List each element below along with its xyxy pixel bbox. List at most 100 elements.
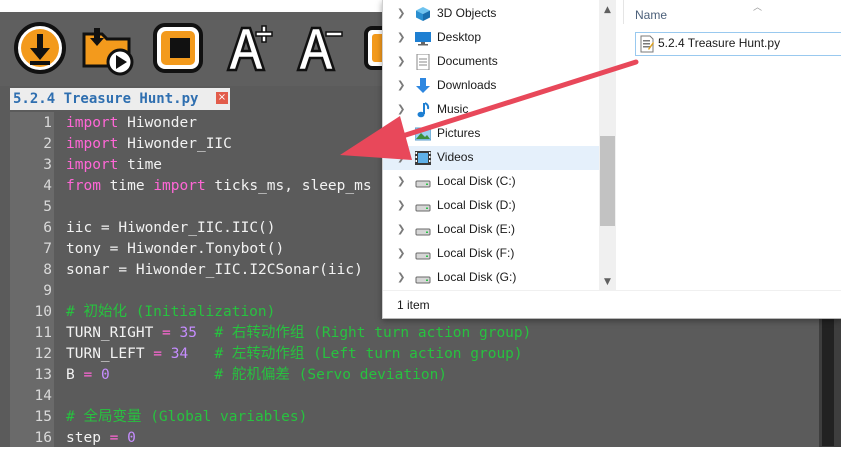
line-number: 6 <box>43 220 52 236</box>
nav-item-pictures[interactable]: ❯ Pictures <box>383 122 599 146</box>
code-line: iic = Hiwonder_IIC.IIC() <box>66 220 276 236</box>
chevron-right-icon[interactable]: ❯ <box>397 104 405 115</box>
status-bar: 1 item <box>383 290 841 319</box>
line-number: 10 <box>34 304 52 320</box>
font-decrease-button[interactable] <box>292 20 348 76</box>
item-count: 1 item <box>397 298 430 312</box>
chevron-right-icon[interactable]: ❯ <box>397 80 405 91</box>
nav-item-local-disk-g[interactable]: ❯ Local Disk (G:) <box>383 266 599 290</box>
line-number-gutter: 1 2 3 4 5 6 7 8 9 10 11 12 13 14 15 16 <box>10 112 54 447</box>
window-top-strip <box>0 0 382 12</box>
file-item[interactable]: 5.2.4 Treasure Hunt.py <box>635 32 841 56</box>
font-increase-button[interactable] <box>222 20 278 76</box>
nav-item-documents[interactable]: ❯ Documents <box>383 50 599 74</box>
chevron-right-icon[interactable]: ❯ <box>397 248 405 259</box>
nav-item-label: 3D Objects <box>437 6 497 20</box>
chevron-right-icon[interactable]: ❯ <box>397 32 405 43</box>
number-literal: 34 <box>170 346 189 362</box>
number-literal: 0 <box>100 367 110 383</box>
nav-item-videos[interactable]: ❯ Videos <box>383 146 599 170</box>
line-number: 13 <box>34 367 52 383</box>
chevron-right-icon[interactable]: ❯ <box>397 200 405 211</box>
more-button[interactable] <box>362 20 382 76</box>
code-comment: # 初始化 (Initialization) <box>66 304 276 320</box>
operator: = <box>153 325 180 341</box>
chevron-right-icon[interactable]: ❯ <box>397 224 405 235</box>
download-icon <box>14 22 66 74</box>
operator: = <box>144 346 171 362</box>
code-line: from time import ticks_ms, sleep_ms <box>66 176 372 197</box>
chevron-right-icon[interactable]: ❯ <box>397 128 405 139</box>
code-line: TURN_RIGHT = 35 # 右转动作组 (Right turn acti… <box>66 323 531 344</box>
name-column-header[interactable]: Name <box>635 8 667 22</box>
code-text: time <box>100 178 154 194</box>
drive-icon <box>415 228 431 236</box>
drive-icon <box>415 180 431 188</box>
nav-item-label: Downloads <box>437 78 497 92</box>
nav-item-label: Music <box>437 102 469 116</box>
line-number: 7 <box>43 241 52 257</box>
code-text: TURN_LEFT <box>66 346 145 362</box>
line-number: 14 <box>34 388 52 404</box>
navigation-scrollbar[interactable]: ▲ ▼ <box>599 0 616 290</box>
code-line: step = 0 <box>66 428 136 449</box>
line-number: 12 <box>34 346 52 362</box>
nav-item-local-disk-e[interactable]: ❯ Local Disk (E:) <box>383 218 599 242</box>
font-increase-icon <box>226 25 273 72</box>
code-line: sonar = Hiwonder_IIC.I2CSonar(iic) <box>66 262 363 278</box>
editor-tab[interactable]: 5.2.4 Treasure Hunt.py × <box>10 88 230 110</box>
scroll-up-icon[interactable]: ▲ <box>599 2 616 18</box>
nav-item-local-disk-c[interactable]: ❯ Local Disk (C:) <box>383 170 599 194</box>
nav-item-3d-objects[interactable]: ❯ 3D Objects <box>383 2 599 26</box>
navigation-pane: ❯ 3D Objects ❯ Desktop ❯ Documents ❯ Dow… <box>383 0 599 290</box>
line-number: 3 <box>43 157 52 173</box>
keyword: from <box>66 178 101 194</box>
line-number: 1 <box>43 115 52 131</box>
nav-item-label: Documents <box>437 54 498 68</box>
chevron-right-icon[interactable]: ❯ <box>397 8 405 19</box>
stop-button[interactable] <box>150 20 206 76</box>
run-button[interactable] <box>80 20 136 76</box>
code-comment: # 右转动作组 (Right turn action group) <box>196 325 532 341</box>
line-number: 11 <box>34 325 52 341</box>
line-number: 2 <box>43 136 52 152</box>
column-divider <box>623 0 624 24</box>
line-number: 4 <box>43 178 52 194</box>
nav-item-music[interactable]: ❯ Music <box>383 98 599 122</box>
python-file-icon <box>640 35 654 53</box>
music-icon <box>417 102 430 118</box>
code-line: import Hiwonder_IIC <box>66 134 232 155</box>
number-literal: 35 <box>179 325 197 341</box>
line-number: 16 <box>34 430 52 446</box>
keyword: import <box>153 178 206 194</box>
navigation-scrollbar-thumb[interactable] <box>600 136 615 226</box>
nav-item-downloads[interactable]: ❯ Downloads <box>383 74 599 98</box>
drive-icon <box>415 204 431 212</box>
nav-item-label: Local Disk (E:) <box>437 222 516 236</box>
number-literal: 0 <box>127 430 136 446</box>
code-text: step <box>66 430 101 446</box>
desktop-icon <box>415 32 431 46</box>
partial-icon <box>364 26 382 70</box>
nav-item-local-disk-d[interactable]: ❯ Local Disk (D:) <box>383 194 599 218</box>
code-line: B = 0 # 舵机偏差 (Servo deviation) <box>66 365 447 386</box>
file-name: 5.2.4 Treasure Hunt.py <box>658 36 781 50</box>
code-text: ticks_ms, sleep_ms <box>205 178 372 194</box>
chevron-right-icon[interactable]: ❯ <box>397 272 405 283</box>
nav-item-local-disk-f[interactable]: ❯ Local Disk (F:) <box>383 242 599 266</box>
line-number: 9 <box>43 283 52 299</box>
code-line: import time <box>66 155 162 176</box>
code-text: Hiwonder <box>118 115 197 131</box>
chevron-right-icon[interactable]: ❯ <box>397 152 405 163</box>
nav-item-desktop[interactable]: ❯ Desktop <box>383 26 599 50</box>
code-text: time <box>118 157 163 173</box>
keyword: import <box>66 157 119 173</box>
code-text: B <box>66 367 75 383</box>
scroll-down-icon[interactable]: ▼ <box>599 274 616 290</box>
nav-item-label: Desktop <box>437 30 482 44</box>
close-icon[interactable]: × <box>216 92 228 104</box>
chevron-right-icon[interactable]: ❯ <box>397 56 405 67</box>
videos-icon <box>415 151 431 165</box>
chevron-right-icon[interactable]: ❯ <box>397 176 405 187</box>
download-button[interactable] <box>12 20 68 76</box>
